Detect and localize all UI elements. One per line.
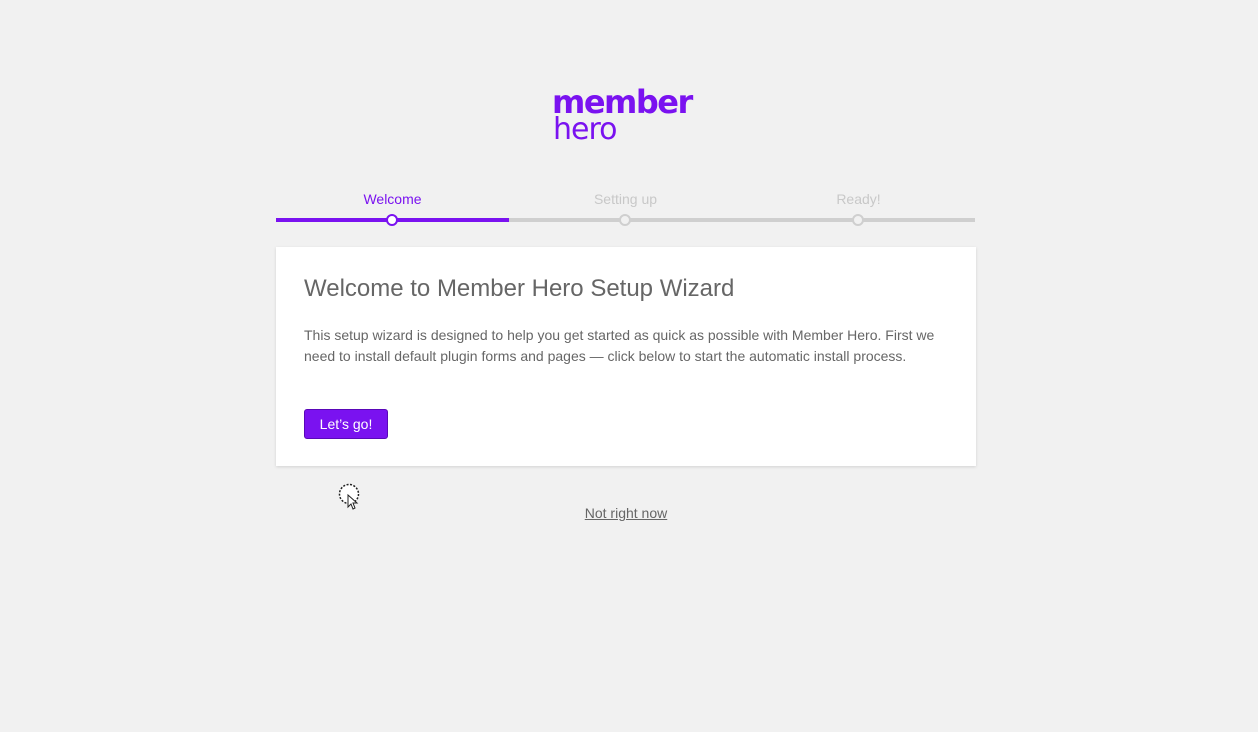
wizard-steps: Welcome Setting up Ready! (276, 188, 976, 228)
step-label: Welcome (363, 191, 422, 207)
not-right-now-link[interactable]: Not right now (576, 505, 676, 521)
step-label: Ready! (836, 191, 881, 207)
step-label: Setting up (593, 191, 658, 207)
lets-go-button[interactable]: Let’s go! (304, 409, 388, 439)
step-dot-icon (619, 214, 631, 226)
member-hero-logo: member hero (552, 84, 712, 145)
intro-text: This setup wizard is designed to help yo… (304, 327, 935, 364)
step-ready: Ready! (742, 188, 975, 228)
page-title: Welcome to Member Hero Setup Wizard (304, 275, 735, 302)
setup-wizard-page: member hero Welcome Setting up Ready! We… (0, 0, 1258, 732)
step-welcome: Welcome (276, 188, 509, 228)
step-setting-up: Setting up (509, 188, 742, 228)
loading-cursor-icon (338, 483, 360, 510)
welcome-card: Welcome to Member Hero Setup Wizard This… (276, 247, 976, 466)
step-dot-icon (852, 214, 864, 226)
step-dot-icon (386, 214, 398, 226)
